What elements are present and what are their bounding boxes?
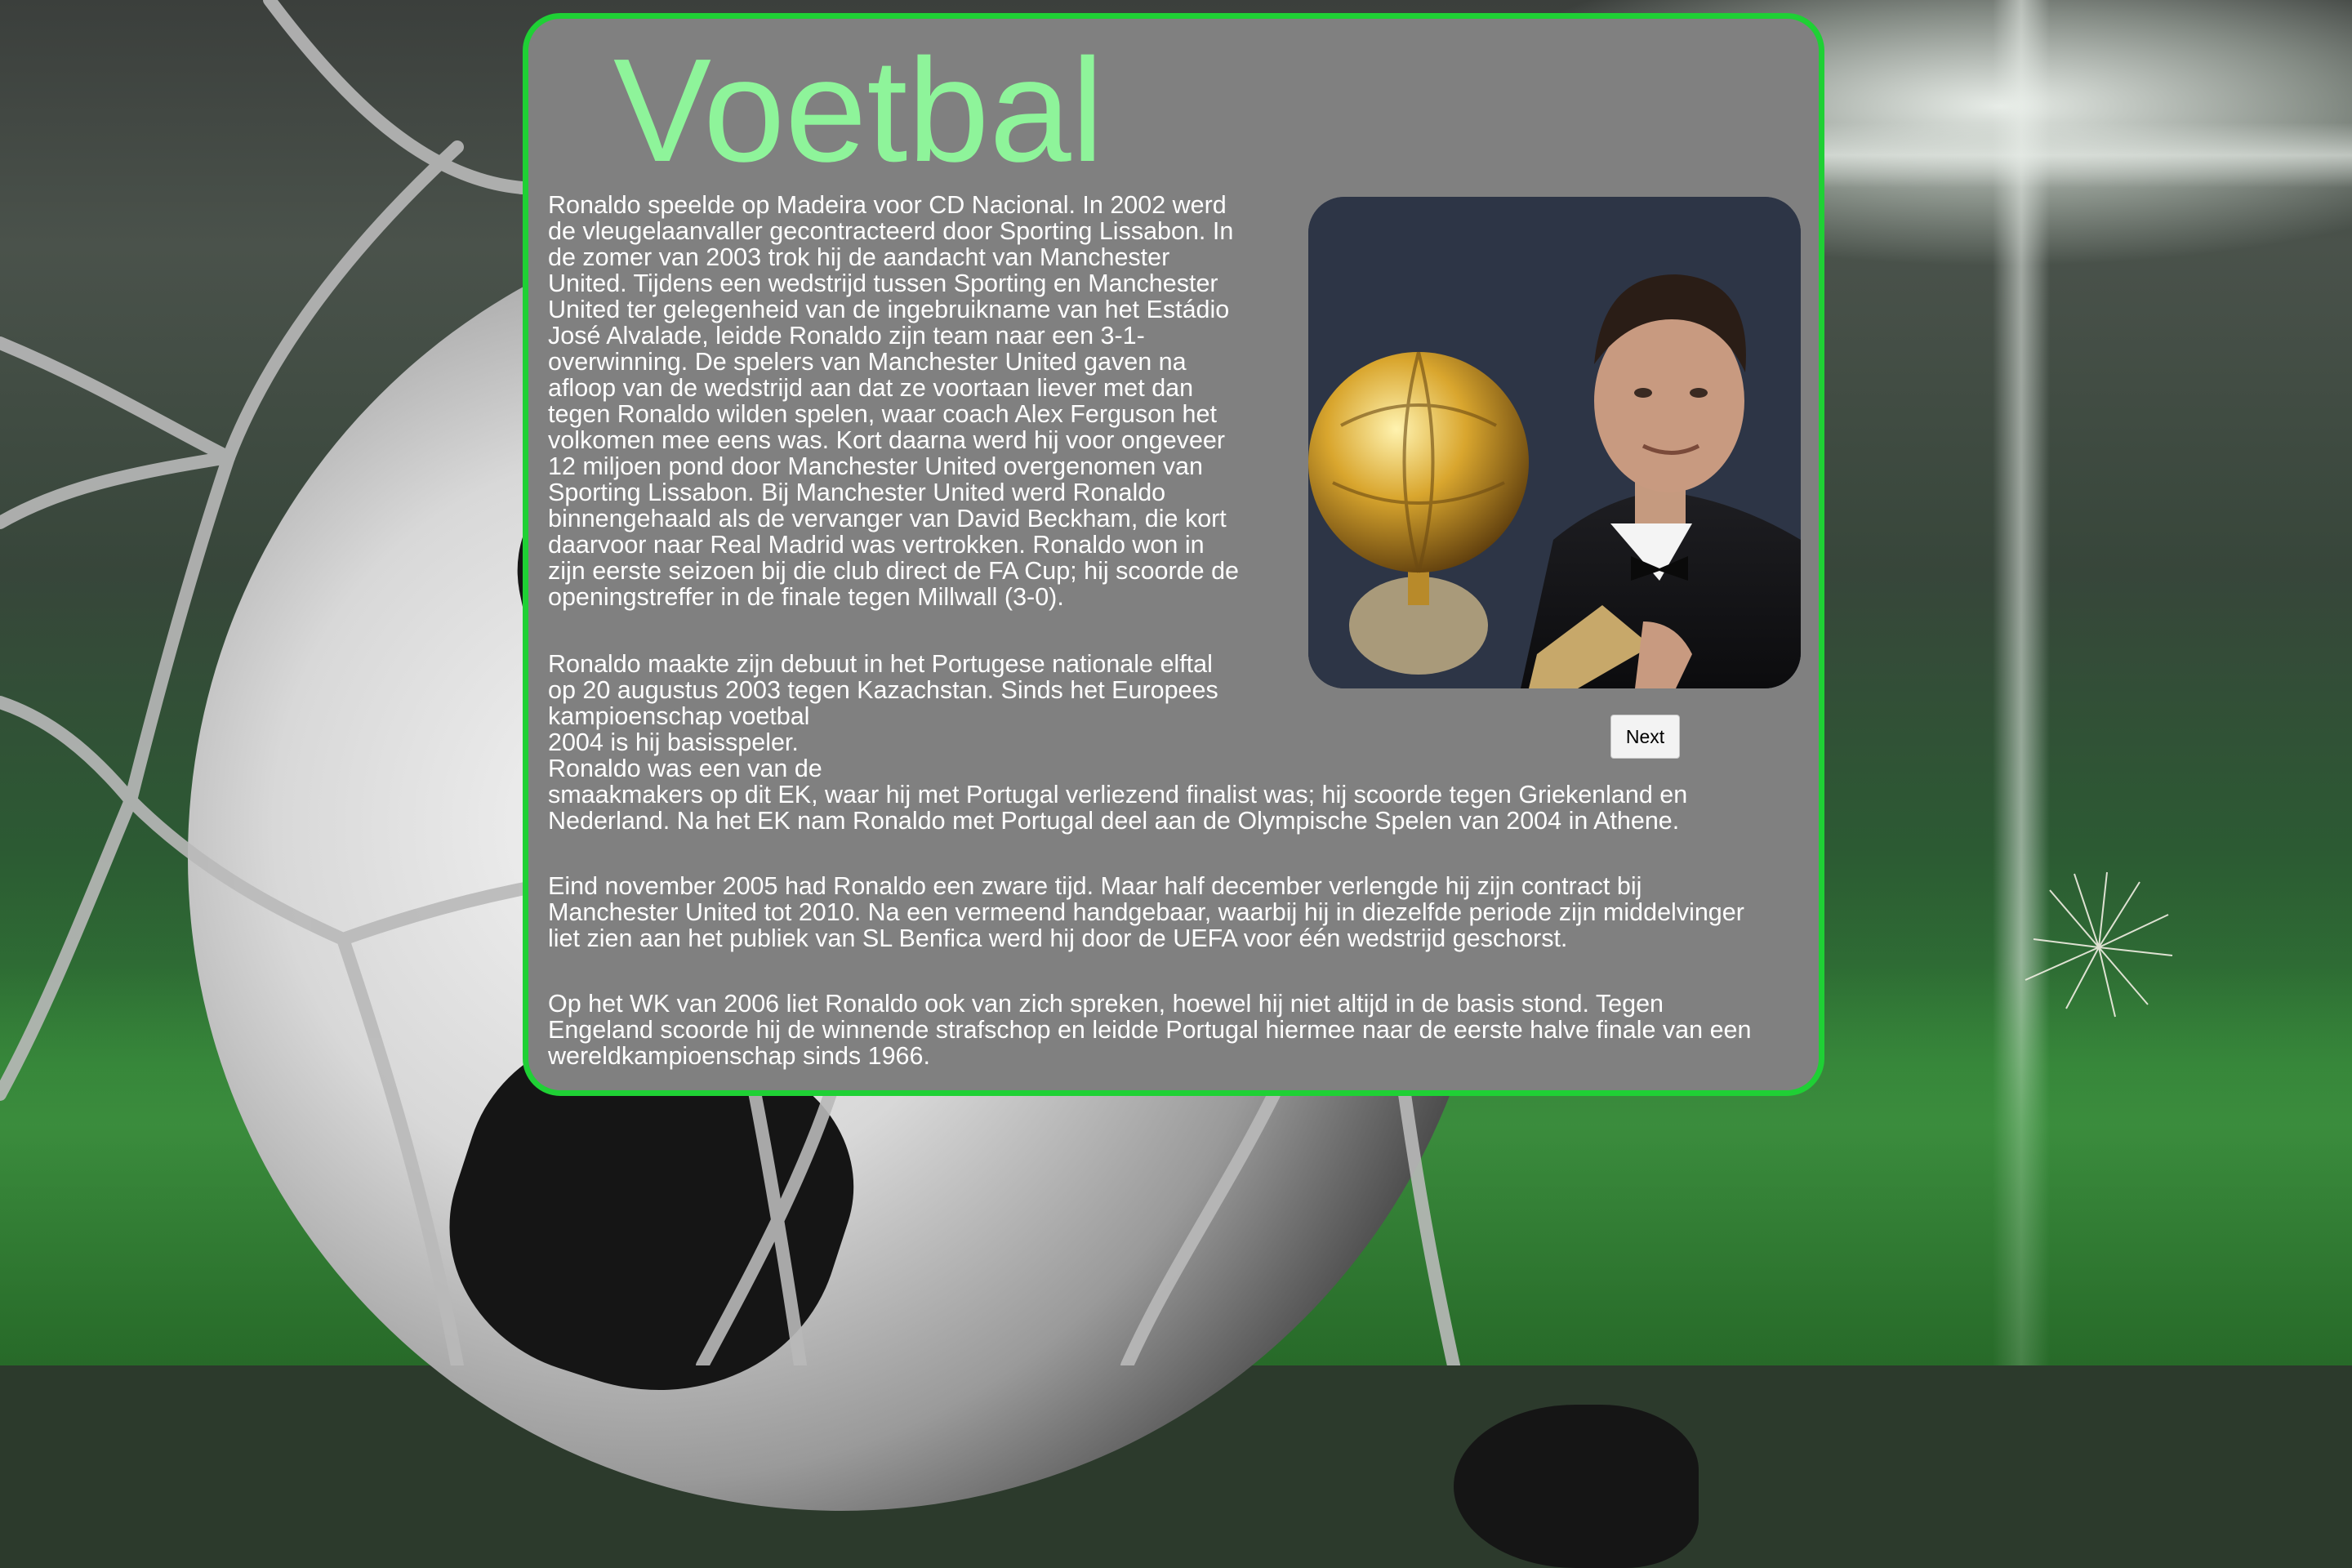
paragraph-line: kampioenschap voetbal: [548, 702, 810, 730]
paragraph-line: daarvoor naar Real Madrid was vertrokken…: [548, 531, 1205, 559]
paragraph-line: zijn eerste seizoen bij die club direct …: [548, 557, 1240, 585]
ball-patch: [1454, 1405, 1699, 1568]
paragraph-line: 12 miljoen pond door Manchester United o…: [548, 452, 1203, 480]
paragraph-2: Ronaldo maakte zijn debuut in het Portug…: [548, 651, 1687, 834]
paragraph-line: Op het WK van 2006 liet Ronaldo ook van …: [548, 990, 1664, 1018]
paragraph-line: smaakmakers op dit EK, waar hij met Port…: [548, 781, 1688, 808]
paragraph-line: Nederland. Na het EK nam Ronaldo met Por…: [548, 807, 1680, 835]
paragraph-line: tegen Ronaldo wilden spelen, waar coach …: [548, 400, 1217, 428]
paragraph-1: Ronaldo speelde op Madeira voor CD Nacio…: [548, 192, 1239, 610]
paragraph-line: liet zien aan het publiek van SL Benfica…: [548, 924, 1568, 952]
paragraph-line: openingstreffer in de finale tegen Millw…: [548, 583, 1064, 611]
paragraph-line: volkomen mee eens was. Kort daarna werd …: [548, 426, 1226, 454]
paragraph-line: binnengehaald als de vervanger van David…: [548, 505, 1227, 532]
paragraph-line: Ronaldo speelde op Madeira voor CD Nacio…: [548, 191, 1227, 219]
paragraph-line: Ronaldo was een van de: [548, 755, 822, 782]
paragraph-line: op 20 augustus 2003 tegen Kazachstan. Si…: [548, 676, 1218, 704]
paragraph-line: de zomer van 2003 trok hij de aandacht v…: [548, 243, 1170, 271]
page-title: Voetbal: [613, 29, 1104, 193]
paragraph-4: Op het WK van 2006 liet Ronaldo ook van …: [548, 991, 1751, 1069]
paragraph-line: afloop van de wedstrijd aan dat ze voort…: [548, 374, 1194, 402]
photo-illustration: [1308, 197, 1801, 688]
paragraph-line: Manchester United tot 2010. Na een verme…: [548, 898, 1744, 926]
paragraph-line: United ter gelegenheid van de ingebruikn…: [548, 296, 1230, 323]
paragraph-line: Sporting Lissabon. Bij Manchester United…: [548, 479, 1166, 506]
paragraph-line: wereldkampioenschap sinds 1966.: [548, 1042, 930, 1070]
paragraph-line: Engeland scoorde hij de winnende strafsc…: [548, 1016, 1752, 1044]
content-panel: Voetbal Next Ronaldo speelde op Madeira …: [523, 13, 1824, 1096]
paragraph-line: José Alvalade, leidde Ronaldo zijn team …: [548, 322, 1145, 350]
paragraph-line: Ronaldo maakte zijn debuut in het Portug…: [548, 650, 1213, 678]
paragraph-line: 2004 is hij basisspeler.: [548, 728, 799, 756]
paragraph-3: Eind november 2005 had Ronaldo een zware…: [548, 873, 1744, 951]
paragraph-line: United. Tijdens een wedstrijd tussen Spo…: [548, 270, 1218, 297]
paragraph-line: overwinning. De spelers van Manchester U…: [548, 348, 1187, 376]
paragraph-line: Eind november 2005 had Ronaldo een zware…: [548, 872, 1642, 900]
dandelion-seed: [2025, 871, 2173, 1018]
ronaldo-ballon-dor-photo: [1308, 197, 1801, 688]
paragraph-line: de vleugelaanvaller gecontracteerd door …: [548, 217, 1234, 245]
